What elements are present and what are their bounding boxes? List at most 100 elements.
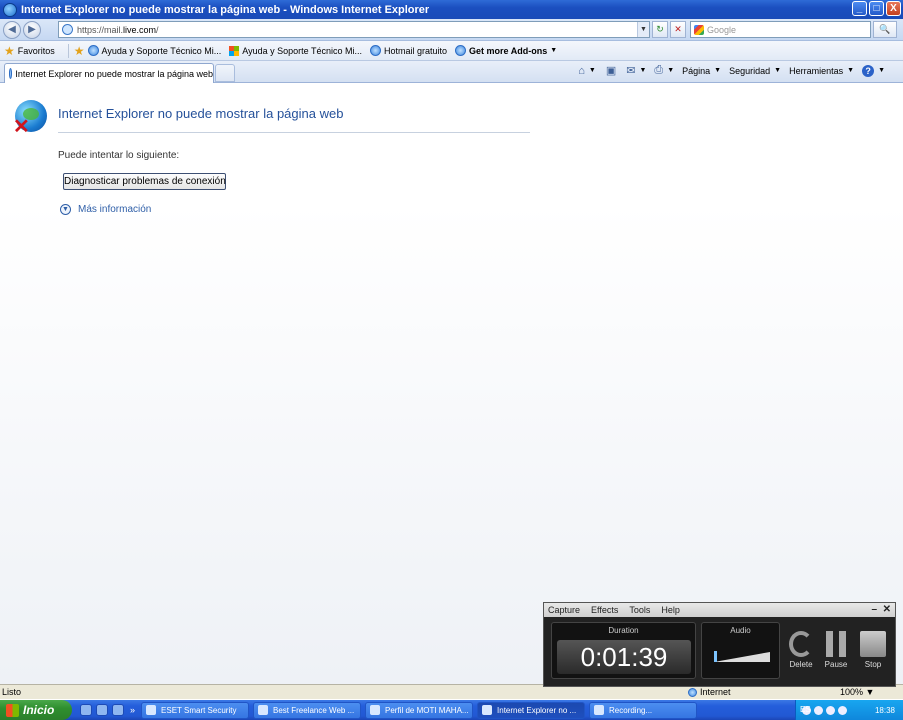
screen-recorder-panel: Capture Effects Tools Help – ✕ Duration … bbox=[543, 602, 896, 687]
minimize-button[interactable]: _ bbox=[852, 1, 867, 16]
favorite-link-label: Hotmail gratuito bbox=[384, 45, 448, 56]
delete-button[interactable]: Delete bbox=[783, 631, 819, 669]
separator bbox=[67, 43, 69, 58]
stop-button[interactable]: ✕ bbox=[670, 21, 686, 38]
favorite-link-1[interactable]: Ayuda y Soporte Técnico Mi... bbox=[87, 45, 221, 56]
forward-button[interactable]: ▶ bbox=[23, 21, 41, 39]
stop-label: Stop bbox=[864, 660, 882, 669]
favorite-link-2[interactable]: Ayuda y Soporte Técnico Mi... bbox=[229, 45, 363, 56]
language-indicator[interactable]: ES bbox=[800, 705, 811, 714]
audio-label: Audio bbox=[730, 626, 751, 635]
tray-update-icon[interactable] bbox=[838, 705, 847, 715]
more-info-label: Más información bbox=[78, 204, 152, 215]
start-button[interactable]: Inicio bbox=[0, 700, 72, 720]
security-menu[interactable]: Seguridad bbox=[729, 66, 770, 76]
tools-menu[interactable]: Herramientas bbox=[789, 66, 843, 76]
add-favorite-icon[interactable]: ★ bbox=[74, 44, 85, 58]
chevron-down-icon[interactable]: ▼ bbox=[667, 67, 674, 74]
tab-current[interactable]: Internet Explorer no puede mostrar la pá… bbox=[4, 63, 214, 83]
pause-button[interactable]: Pause bbox=[818, 631, 854, 669]
quick-launch-media-icon[interactable] bbox=[96, 704, 108, 716]
audio-level-slider[interactable] bbox=[714, 650, 770, 662]
tray-security-icon[interactable] bbox=[826, 705, 835, 715]
back-button[interactable]: ◀ bbox=[3, 21, 21, 39]
favorite-link-label: Ayuda y Soporte Técnico Mi... bbox=[242, 45, 363, 56]
quick-launch-more[interactable]: » bbox=[130, 705, 135, 715]
tray-volume-icon[interactable] bbox=[814, 705, 823, 715]
chevron-down-icon[interactable]: ▼ bbox=[878, 67, 885, 74]
duration-label: Duration bbox=[608, 626, 639, 635]
globe-icon bbox=[688, 687, 697, 697]
duration-panel: Duration 0:01:39 bbox=[551, 622, 696, 679]
audio-panel: Audio bbox=[701, 622, 780, 679]
maximize-button[interactable]: □ bbox=[869, 1, 884, 16]
recorder-minimize-icon[interactable]: – bbox=[871, 604, 877, 615]
feeds-icon[interactable]: ▣ bbox=[606, 64, 616, 77]
ie-icon bbox=[370, 705, 381, 715]
taskbar-button-eset[interactable]: ESET Smart Security bbox=[141, 701, 250, 719]
taskbar-button-chrome[interactable]: Best Freelance Web ... bbox=[253, 701, 362, 719]
window-controls: _ □ X bbox=[852, 1, 901, 16]
zoom-label: 100% bbox=[840, 687, 864, 697]
page-menu[interactable]: Página bbox=[682, 66, 710, 76]
stop-icon bbox=[860, 631, 886, 657]
ie-page-icon bbox=[455, 45, 467, 56]
taskbar-button-recording[interactable]: Recording... bbox=[589, 701, 698, 719]
window-title: Internet Explorer no puede mostrar la pá… bbox=[21, 3, 430, 16]
favorite-link-4[interactable]: Get more Add-ons ▼ bbox=[455, 45, 557, 56]
pause-label: Pause bbox=[824, 660, 848, 669]
home-icon[interactable]: ⌂ bbox=[578, 65, 585, 77]
audio-level-thumb bbox=[714, 651, 717, 662]
more-info-link[interactable]: ▼ Más información bbox=[60, 204, 151, 215]
windows-icon bbox=[229, 45, 240, 56]
chevron-down-icon: ▼ bbox=[550, 47, 558, 54]
new-tab-button[interactable] bbox=[215, 64, 235, 82]
windows-flag-icon bbox=[6, 703, 19, 717]
search-button[interactable]: 🔍 bbox=[873, 21, 897, 38]
quick-launch-ie-icon[interactable] bbox=[80, 704, 92, 716]
menu-tools[interactable]: Tools bbox=[629, 605, 650, 615]
taskbar-button-ie-error[interactable]: Internet Explorer no ... bbox=[477, 701, 586, 719]
clock[interactable]: 18:38 bbox=[875, 706, 895, 715]
search-box[interactable]: Google bbox=[690, 21, 871, 38]
menu-help[interactable]: Help bbox=[661, 605, 680, 615]
chevron-down-icon[interactable]: ▼ bbox=[589, 67, 596, 74]
url-host: live.com bbox=[123, 24, 157, 35]
chevron-down-icon[interactable]: ▼ bbox=[639, 67, 646, 74]
address-dropdown-icon[interactable]: ▼ bbox=[637, 22, 649, 37]
menu-capture[interactable]: Capture bbox=[548, 605, 580, 615]
delete-icon bbox=[789, 631, 813, 657]
taskbar: Inicio » ESET Smart Security Best Freela… bbox=[0, 700, 903, 720]
zoom-level[interactable]: 100% ▼ bbox=[840, 687, 874, 697]
help-icon[interactable]: ? bbox=[862, 64, 875, 77]
google-icon bbox=[694, 24, 704, 35]
print-icon[interactable]: ⎙ bbox=[654, 64, 663, 77]
refresh-button[interactable]: ↻ bbox=[652, 21, 668, 38]
favorites-button[interactable]: ★ Favoritos bbox=[0, 44, 55, 58]
taskbar-button-label: Recording... bbox=[609, 705, 653, 715]
divider bbox=[58, 132, 530, 133]
address-bar[interactable]: https://mail. live.com / ▼ bbox=[58, 21, 650, 38]
chevron-down-icon: ▼ bbox=[60, 204, 71, 215]
command-bar: ⌂ ▼ ▣ ✉ ▼ ⎙ ▼ Página ▼ Seguridad ▼ Herramient… bbox=[578, 64, 885, 77]
mail-icon[interactable]: ✉ bbox=[626, 64, 635, 77]
close-button[interactable]: X bbox=[886, 1, 901, 16]
favorite-link-3[interactable]: Hotmail gratuito bbox=[370, 45, 447, 56]
menu-effects[interactable]: Effects bbox=[591, 605, 618, 615]
quick-launch-firefox-icon[interactable] bbox=[112, 704, 124, 716]
tab-label: Internet Explorer no puede mostrar la pá… bbox=[15, 68, 213, 79]
taskbar-button-ie-profile[interactable]: Perfil de MOTI MAHA... bbox=[365, 701, 474, 719]
taskbar-button-label: Internet Explorer no ... bbox=[497, 705, 577, 715]
tab-bar: Internet Explorer no puede mostrar la pá… bbox=[0, 61, 903, 83]
duration-value: 0:01:39 bbox=[557, 640, 691, 674]
chrome-icon bbox=[258, 705, 269, 715]
diagnose-connection-button[interactable]: Diagnosticar problemas de conexión bbox=[63, 173, 226, 190]
quick-launch bbox=[80, 704, 124, 716]
page-icon bbox=[62, 24, 73, 35]
recorder-close-icon[interactable]: ✕ bbox=[883, 604, 891, 615]
ie-page-icon bbox=[370, 45, 382, 56]
taskbar-button-label: ESET Smart Security bbox=[161, 705, 237, 715]
page-content: ✕ Internet Explorer no puede mostrar la … bbox=[0, 84, 903, 684]
page-title: Internet Explorer no puede mostrar la pá… bbox=[58, 106, 344, 121]
stop-recording-button[interactable]: Stop bbox=[855, 631, 891, 669]
